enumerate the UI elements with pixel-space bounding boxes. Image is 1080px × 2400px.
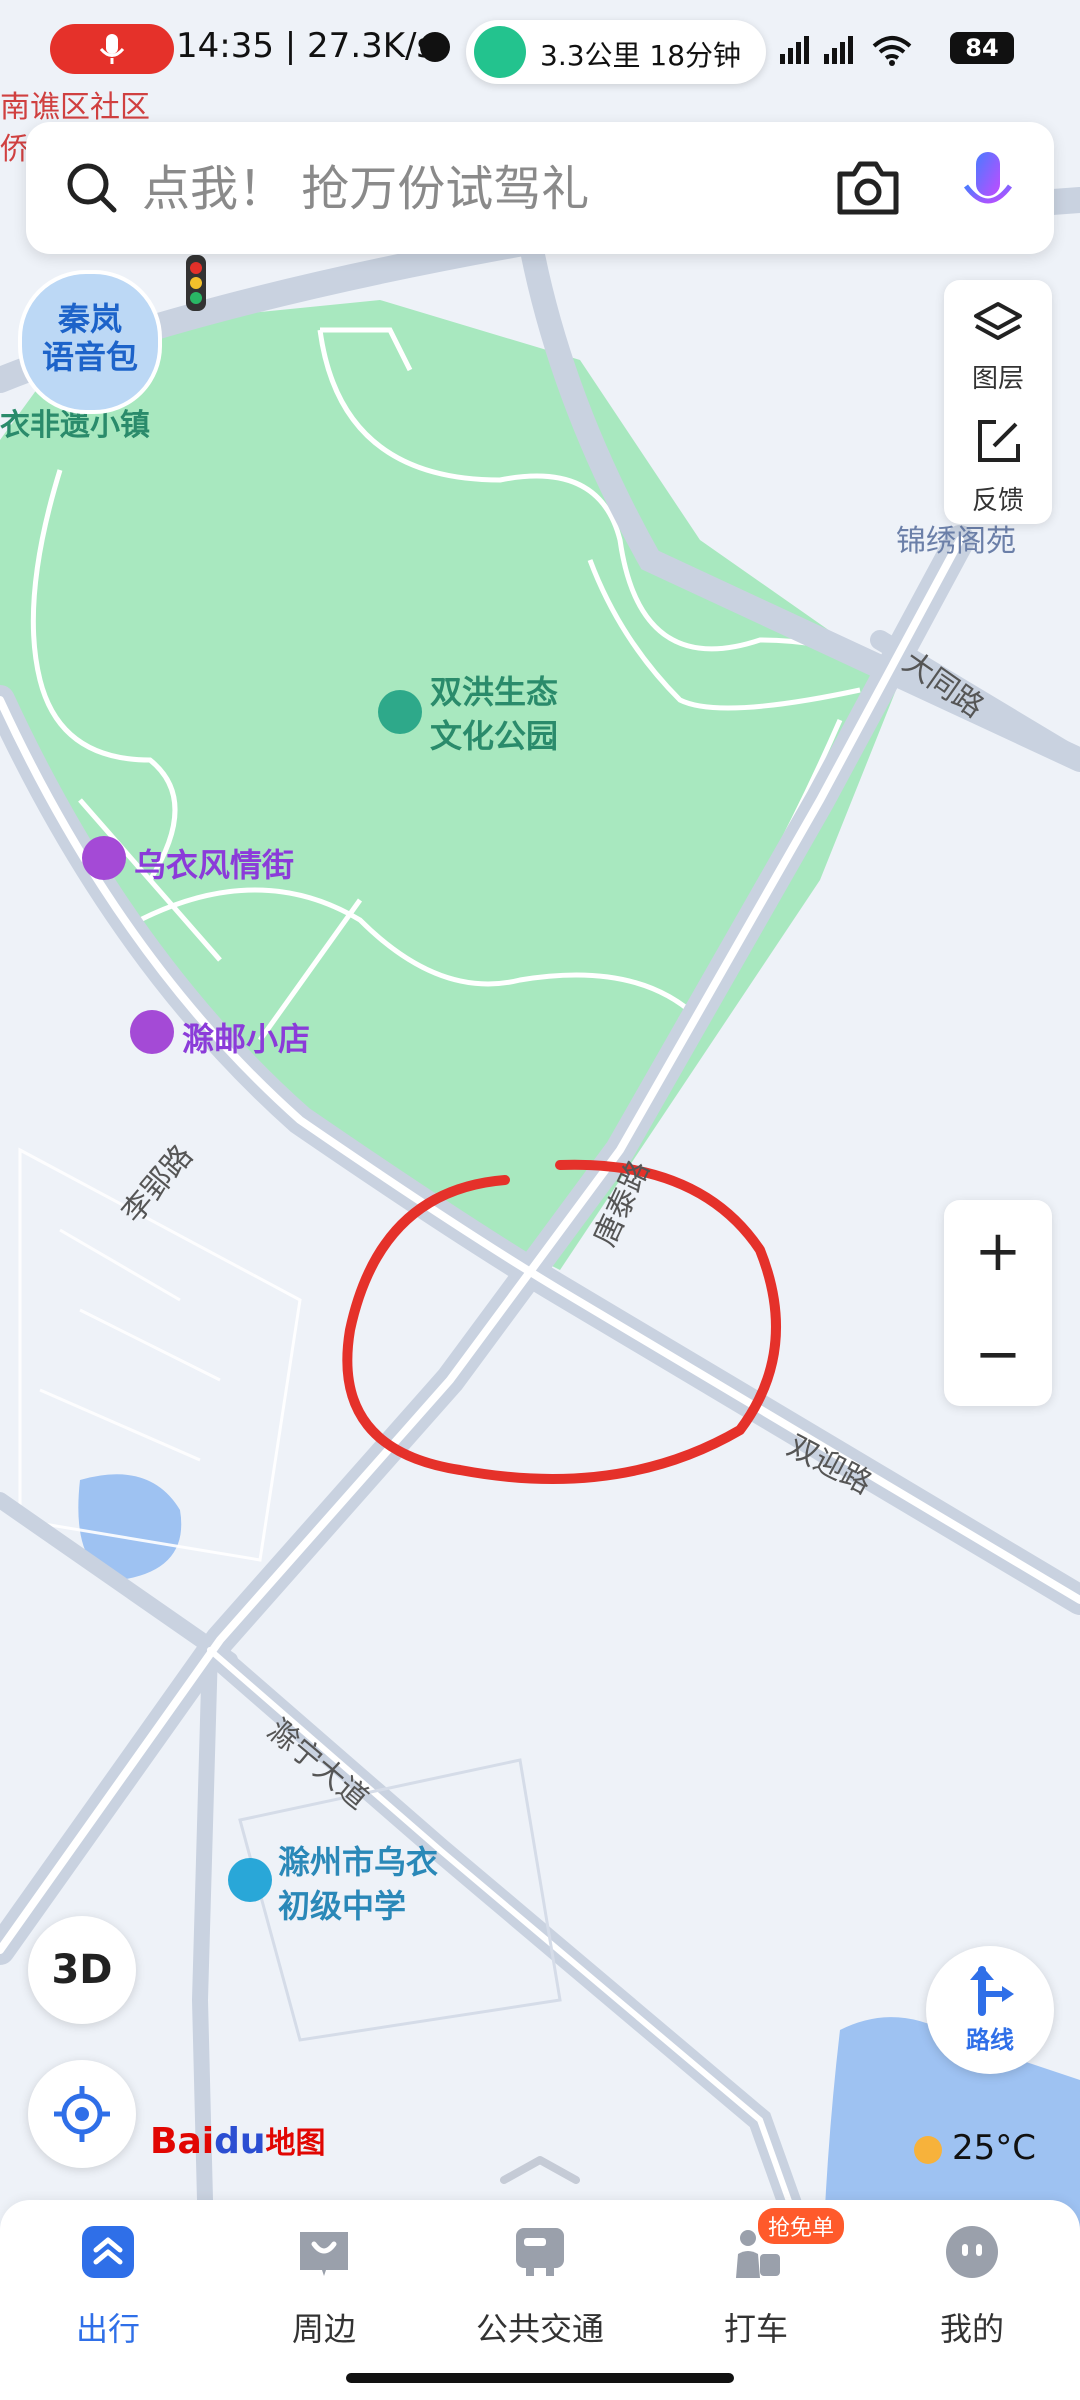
3d-toggle-button[interactable]: 3D <box>28 1916 136 2024</box>
bottom-nav: 出行 周边 公共交通 抢免单 打车 我的 <box>0 2200 1080 2400</box>
tab-profile[interactable]: 我的 <box>864 2220 1080 2350</box>
voice-pack-label: 秦岚 语音包 <box>41 300 138 376</box>
tab-profile-label: 我的 <box>939 2310 1004 2348</box>
status-bar: 14:35 | 27.3K/s 3.3公里 18分钟 84 <box>0 0 1080 100</box>
logo-map: 地图 <box>265 2126 326 2161</box>
tab-travel[interactable]: 出行 <box>0 2220 216 2350</box>
bus-icon <box>516 2228 564 2276</box>
alarm-icon <box>420 32 450 62</box>
status-time-speed: 14:35 | 27.3K/s <box>176 26 435 66</box>
feedback-label: 反馈 <box>971 486 1024 516</box>
layers-button[interactable]: 图层 <box>944 280 1052 402</box>
map-tools-panel: 图层 反馈 <box>944 280 1052 524</box>
layers-icon <box>974 302 1022 340</box>
microphone-icon <box>99 34 125 64</box>
poi-school[interactable]: 滁州市乌衣 初级中学 <box>278 1840 438 1928</box>
zoom-controls: + − <box>944 1200 1052 1406</box>
voice-assistant-icon[interactable] <box>952 146 1024 230</box>
layers-label: 图层 <box>971 364 1024 394</box>
taxi-promo-badge: 抢免单 <box>758 2208 845 2244</box>
temperature: 25°C <box>952 2128 1037 2168</box>
search-bar[interactable] <box>26 122 1054 254</box>
edit-feedback-icon <box>978 420 1020 462</box>
tab-nearby-label: 周边 <box>291 2310 356 2348</box>
zoom-out-button[interactable]: − <box>944 1303 1052 1406</box>
voice-pack-badge[interactable]: 秦岚 语音包 <box>18 270 162 414</box>
tab-taxi[interactable]: 抢免单 打车 <box>648 2208 864 2350</box>
tab-taxi-label: 打车 <box>723 2310 788 2348</box>
zoom-in-button[interactable]: + <box>944 1200 1052 1303</box>
route-label: 路线 <box>966 2026 1014 2054</box>
poi-shop[interactable]: 滁邮小店 <box>182 1014 310 1060</box>
signal-wifi-icon <box>780 36 912 66</box>
weather-widget[interactable]: 25°C <box>914 2128 1036 2168</box>
camera-icon[interactable] <box>832 152 904 224</box>
poi-park[interactable]: 双洪生态 文化公园 <box>430 670 558 758</box>
travel-icon <box>82 2226 134 2278</box>
nearby-icon <box>300 2232 348 2276</box>
route-arrow-icon <box>970 1966 1014 2016</box>
tab-transit[interactable]: 公共交通 <box>432 2220 648 2350</box>
tab-nearby[interactable]: 周边 <box>216 2220 432 2350</box>
logo-du: du <box>214 2121 266 2162</box>
bike-icon <box>474 26 526 78</box>
sun-icon <box>914 2135 942 2164</box>
navigation-pill[interactable]: 3.3公里 18分钟 <box>466 20 766 84</box>
baidu-map-logo: Baidu地图 <box>150 2118 325 2162</box>
search-input[interactable] <box>140 152 804 226</box>
battery-indicator: 84 <box>950 32 1014 64</box>
locate-button[interactable] <box>28 2060 136 2168</box>
poi-street[interactable]: 乌衣风情街 <box>134 840 294 886</box>
locate-icon <box>54 2086 110 2142</box>
tab-travel-label: 出行 <box>75 2310 140 2348</box>
recording-indicator[interactable] <box>50 24 174 74</box>
profile-icon <box>946 2226 998 2278</box>
feedback-button[interactable]: 反馈 <box>944 402 1052 524</box>
nav-distance: 3.3公里 18分钟 <box>540 39 742 72</box>
logo-bai: Bai <box>150 2121 215 2162</box>
tab-transit-label: 公共交通 <box>475 2310 604 2348</box>
search-icon <box>67 163 117 213</box>
home-indicator[interactable] <box>346 2373 734 2383</box>
chevron-up-icon[interactable] <box>500 2150 580 2190</box>
route-button[interactable]: 路线 <box>926 1946 1054 2074</box>
